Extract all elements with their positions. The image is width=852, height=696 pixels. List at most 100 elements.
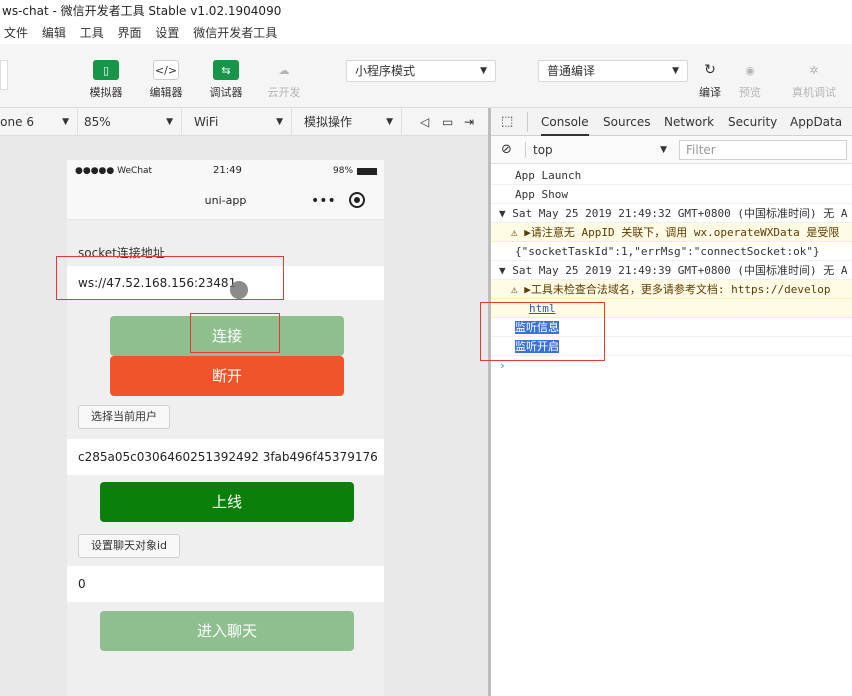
socket-label: socket连接地址 [78,246,165,260]
more-icon[interactable]: ••• [311,182,336,220]
log-group-header[interactable]: ▼ Sat May 25 2019 21:49:32 GMT+0800 (中国标… [491,204,852,223]
menu-settings[interactable]: 设置 [155,26,179,40]
remote-debug-button[interactable]: ✲ 真机调试 [786,60,842,100]
mode-select-value: 小程序模式 [355,64,416,78]
refresh-icon: ↻ [704,62,716,78]
menu-tools[interactable]: 工具 [80,26,104,40]
chevron-down-icon: ▼ [276,117,283,127]
avatar[interactable] [0,60,8,90]
connect-button[interactable]: 连接 [110,316,344,356]
socket-url-input[interactable]: ws://47.52.168.156:23481 [78,266,236,300]
window-icon[interactable]: ▭ [442,108,453,136]
log-entry-selected: 监听信息 [491,318,852,337]
filter-placeholder: Filter [686,143,716,157]
operation-select-value: 模拟操作 [304,115,353,129]
menu-bar: 文件 编辑 工具 界面 设置 微信开发者工具 [0,22,852,44]
chevron-down-icon: ▼ [672,66,679,76]
menu-wechat-devtools[interactable]: 微信开发者工具 [193,26,277,40]
editor-label: 编辑器 [149,86,183,99]
chevron-down-icon: ▼ [166,117,173,127]
context-select-value: top [533,143,553,157]
chevron-down-icon: ▼ [62,117,69,127]
operation-select[interactable]: 模拟操作 ▼ [298,108,402,136]
disconnect-button[interactable]: 断开 [110,356,344,396]
speaker-icon[interactable]: ◁ [420,108,429,136]
clear-console-icon[interactable]: ⊘ [501,136,512,164]
cursor-dot [230,281,248,299]
main-toolbar: ▯ 模拟器 </> 编辑器 ⇆ 调试器 ☁ 云开发 小程序模式 ▼ 普通编译 ▼… [0,44,852,108]
editor-button[interactable]: </> 编辑器 [144,60,188,100]
close-capsule-dot [354,197,360,203]
log-group-header[interactable]: ▼ Sat May 25 2019 21:49:39 GMT+0800 (中国标… [491,261,852,280]
user-id-row: c285a05c0306460251392492 3fab496f4537917… [67,439,384,475]
enter-chat-button[interactable]: 进入聊天 [100,611,354,651]
context-select[interactable]: top ▼ [533,136,667,164]
simulator-label: 模拟器 [89,86,123,99]
battery-text: 98% [333,166,354,176]
tab-sources[interactable]: Sources [603,108,650,136]
cloud-icon: ☁ [278,63,290,77]
remote-debug-label: 真机调试 [792,86,836,99]
target-id-text: 0 [78,577,86,591]
log-warning[interactable]: ⚠ ▶工具未检查合法域名，更多请参考文档: https://develop [491,280,852,299]
console-log: App Launch App Show ▼ Sat May 25 2019 21… [491,164,852,696]
eye-icon: ◉ [745,63,755,77]
tab-security[interactable]: Security [728,108,777,136]
cloud-label: 云开发 [267,86,301,99]
battery-icon [357,168,377,175]
chevron-down-icon: ▼ [386,117,393,127]
select-user-button[interactable]: 选择当前用户 [78,405,170,429]
device-select-value: iPhone 6 [0,115,34,129]
log-entry: App Show [491,185,852,204]
preview-label: 预览 [739,86,761,99]
log-link[interactable]: html [491,299,852,318]
log-entry: {"socketTaskId":1,"errMsg":"connectSocke… [491,242,852,261]
mode-select[interactable]: 小程序模式 ▼ [346,60,496,82]
compile-select-value: 普通编译 [547,64,596,78]
carrier-text: ●●●●● WeChat [75,166,153,176]
socket-url-row: ws://47.52.168.156:23481 [67,266,384,300]
code-icon: </> [153,60,179,80]
menu-view[interactable]: 界面 [118,26,142,40]
window-title-bar: ws-chat - 微信开发者工具 Stable v1.02.1904090 [0,0,852,22]
compile-select[interactable]: 普通编译 ▼ [538,60,688,82]
console-prompt[interactable]: › [491,356,852,375]
set-target-button[interactable]: 设置聊天对象id [78,534,181,558]
tab-divider [527,112,528,132]
menu-file[interactable]: 文件 [4,26,28,40]
zoom-select-value: 85% [84,115,111,129]
zoom-select[interactable]: 85% ▼ [78,108,182,136]
console-toolbar: ⊘ top ▼ Filter [491,136,852,164]
simulator-button[interactable]: ▯ 模拟器 [84,60,128,100]
debugger-button[interactable]: ⇆ 调试器 [204,60,248,100]
nav-title: uni-app [204,194,247,207]
phone-status-bar: ●●●●● WeChat 21:49 98% [67,160,384,182]
device-bar: iPhone 6 ▼ 85% ▼ WiFi ▼ 模拟操作 ▼ ◁ ▭ ⇥ [0,108,490,136]
log-entry: App Launch [491,166,852,185]
menu-edit[interactable]: 编辑 [42,26,66,40]
split-icon[interactable]: ⇥ [464,108,474,136]
log-warning[interactable]: ⚠ ▶请注意无 AppID 关联下，调用 wx.operateWXData 是受… [491,223,852,242]
simulator-area: ●●●●● WeChat 21:49 98% uni-app ••• socke… [0,136,490,696]
chevron-down-icon: ▼ [480,66,487,76]
toolbar-divider [525,142,526,158]
network-select[interactable]: WiFi ▼ [188,108,292,136]
compile-label: 编译 [699,86,721,99]
phone-nav-bar: uni-app ••• [67,182,384,220]
inspect-icon[interactable]: ⬚ [501,108,513,136]
network-select-value: WiFi [194,115,219,129]
online-button[interactable]: 上线 [100,482,354,522]
compile-button[interactable]: ↻ 编译 [688,60,732,100]
chevron-down-icon: ▼ [660,145,667,155]
preview-button[interactable]: ◉ 预览 [728,60,772,100]
target-id-row: 0 [67,566,384,602]
tab-console[interactable]: Console [541,108,589,136]
cloud-button[interactable]: ☁ 云开发 [262,60,306,100]
tab-appdata[interactable]: AppData [790,108,842,136]
filter-input[interactable]: Filter [679,140,847,160]
debug-icon: ⇆ [213,60,239,80]
device-select[interactable]: iPhone 6 ▼ [0,108,78,136]
clock-text: 21:49 [213,165,242,176]
devtools-tabs: ⬚ Console Sources Network Security AppDa… [491,108,852,136]
tab-network[interactable]: Network [664,108,714,136]
